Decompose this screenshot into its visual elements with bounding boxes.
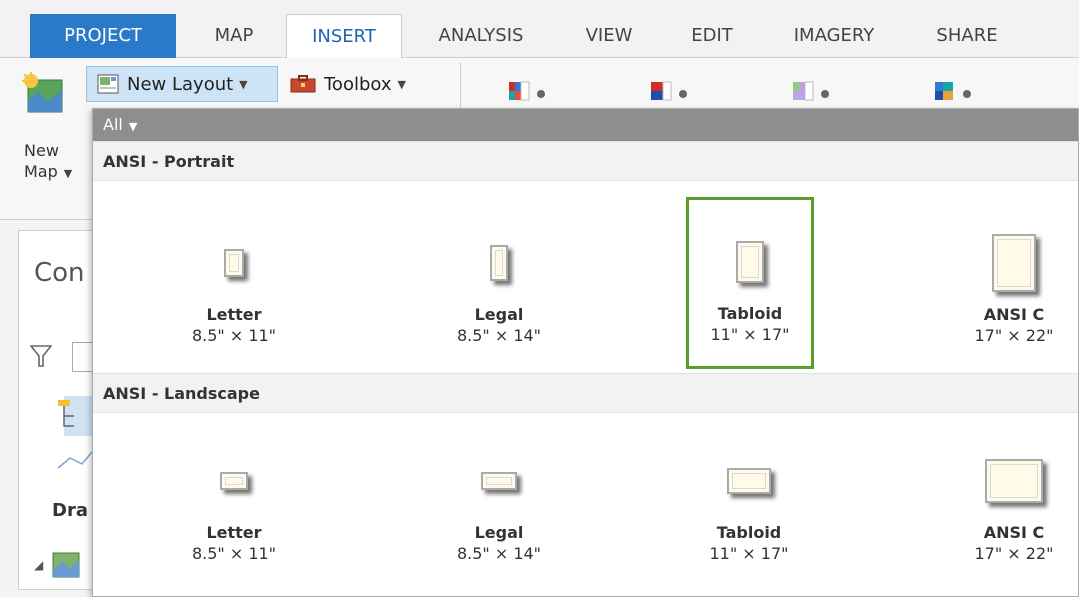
page-landscape-icon [727,468,771,494]
new-layout-button[interactable]: New Layout ▼ [86,66,278,102]
layout-item-ansi-c-landscape[interactable]: ANSI C 17" × 22" [951,439,1077,563]
tab-insert[interactable]: INSERT [286,14,402,60]
layout-item-size: 8.5" × 14" [456,326,542,345]
page-portrait-icon [992,234,1036,292]
layout-item-letter-portrait[interactable]: Letter 8.5" × 11" [171,221,297,345]
page-portrait-icon [736,241,764,283]
layout-icon [97,74,119,94]
page-portrait-icon [490,245,508,281]
layout-item-name: ANSI C [983,523,1045,542]
layout-item-size: 8.5" × 14" [456,544,542,563]
layout-item-legal-portrait[interactable]: Legal 8.5" × 14" [436,221,562,345]
tab-edit[interactable]: EDIT [672,14,752,58]
tab-map[interactable]: MAP [184,14,284,58]
tab-view[interactable]: VIEW [566,14,652,58]
layout-item-size: 11" × 17" [710,325,790,344]
gallery-filter-bar[interactable]: All ▼ [93,109,1078,141]
tab-share[interactable]: SHARE [912,14,1022,58]
layout-item-tabloid-landscape[interactable]: Tabloid 11" × 17" [686,439,812,563]
layout-item-name: Letter [206,305,262,324]
new-map-label-line2: Map [24,162,58,181]
layout-item-size: 11" × 17" [709,544,789,563]
tab-analysis[interactable]: ANALYSIS [406,14,556,58]
toolbox-icon [290,75,316,93]
new-map-icon [22,72,63,113]
filter-icon[interactable] [30,344,52,368]
layout-item-tabloid-portrait[interactable]: Tabloid 11" × 17" [686,197,814,369]
chevron-down-icon: ▼ [397,77,406,91]
layout-item-name: Tabloid [717,304,783,323]
new-map-button[interactable]: New Map ▼ [10,64,90,214]
new-map-label-line1: New [24,141,59,160]
tab-imagery[interactable]: IMAGERY [764,14,904,58]
layout-item-ansi-c-portrait[interactable]: ANSI C 17" × 22" [951,221,1077,345]
section-ansi-landscape: ANSI - Landscape [93,373,1078,413]
layout-item-name: Legal [474,523,524,542]
layout-item-size: 17" × 22" [974,326,1054,345]
layout-item-size: 8.5" × 11" [191,544,277,563]
toolbox-button[interactable]: Toolbox ▼ [284,66,454,102]
page-landscape-icon [481,472,517,490]
toolbox-label: Toolbox [324,73,392,95]
page-landscape-icon [985,459,1043,503]
chevron-down-icon: ▼ [128,120,138,133]
color-scheme-swatch-4[interactable] [931,76,991,106]
layout-item-size: 17" × 22" [974,544,1054,563]
layout-item-name: Legal [474,305,524,324]
section-ansi-portrait: ANSI - Portrait [93,141,1078,181]
color-scheme-swatch-3[interactable] [789,76,849,106]
contents-pane-title: Con [34,258,85,288]
layout-item-name: Tabloid [716,523,782,542]
page-portrait-icon [224,249,244,277]
collapse-arrow-icon[interactable]: ◢ [34,558,43,572]
list-by-drawing-order-icon[interactable] [56,396,92,436]
layout-item-name: ANSI C [983,305,1045,324]
new-map-label: New Map ▼ [24,140,72,184]
layout-item-size: 8.5" × 11" [191,326,277,345]
color-scheme-swatch-1[interactable] [505,76,565,106]
chevron-down-icon: ▼ [239,77,248,91]
tab-project[interactable]: PROJECT [30,14,176,58]
new-layout-label: New Layout [127,73,234,95]
page-landscape-icon [220,472,248,490]
layout-item-letter-landscape[interactable]: Letter 8.5" × 11" [171,439,297,563]
symbol-gallery-strip [460,62,1079,114]
ribbon-tab-bar: PROJECT MAP INSERT ANALYSIS VIEW EDIT IM… [0,0,1079,60]
chevron-down-icon: ▼ [63,167,73,180]
contents-pane: Con Dra ◢ [0,220,98,597]
filter-all-label[interactable]: All [103,115,123,134]
line-feature-icon[interactable] [56,446,92,470]
drawing-order-heading: Dra [52,500,88,521]
search-input[interactable] [72,342,94,372]
map-icon [52,552,80,578]
new-layout-dropdown: All ▼ ANSI - Portrait Letter 8.5" × 11" L… [92,108,1079,597]
color-scheme-swatch-2[interactable] [647,76,707,106]
layout-item-legal-landscape[interactable]: Legal 8.5" × 14" [436,439,562,563]
layout-item-name: Letter [206,523,262,542]
